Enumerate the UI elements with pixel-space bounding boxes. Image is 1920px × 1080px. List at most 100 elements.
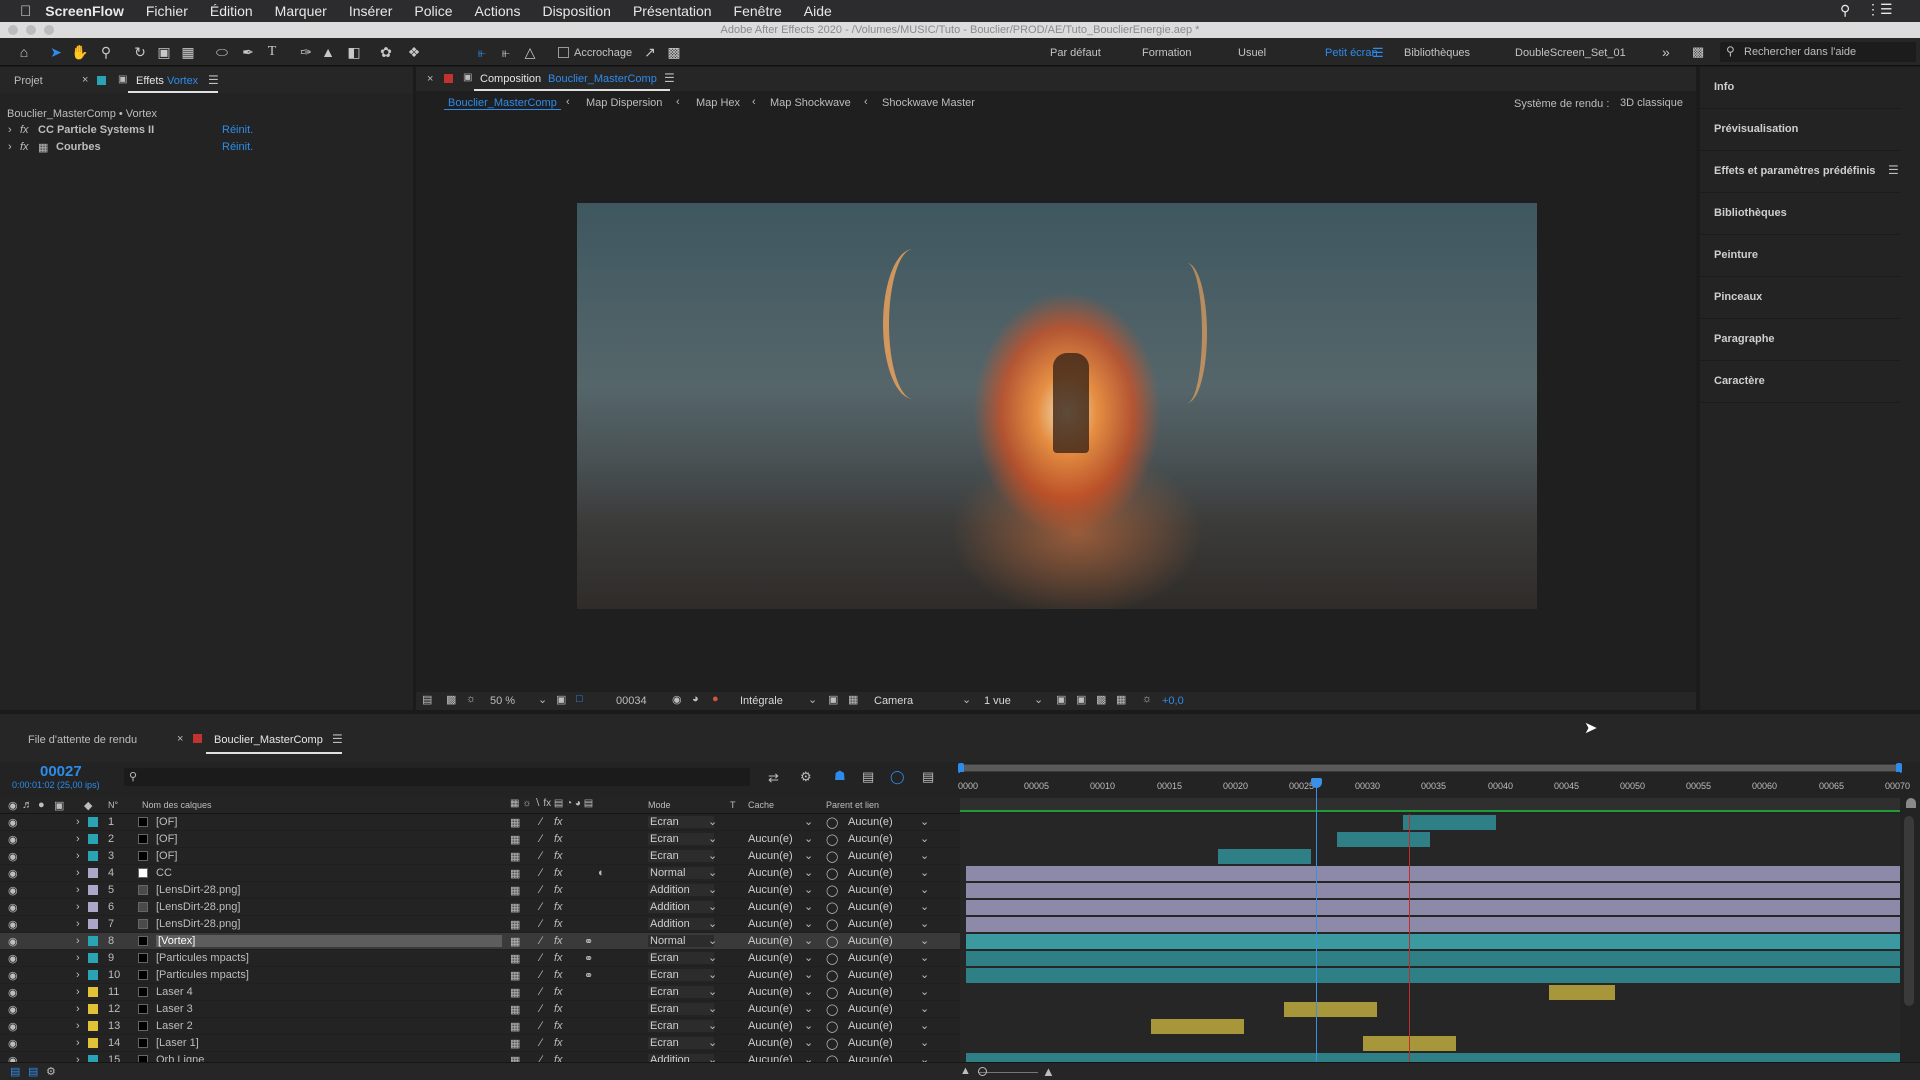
eye-icon[interactable]: ◉ [8,850,18,863]
parent-select[interactable]: Aucun(e) [848,850,893,862]
layer-name[interactable]: [LensDirt-28.png] [156,901,240,913]
chevron-down-icon[interactable]: ⌄ [920,849,929,862]
track-matte-select[interactable]: Aucun(e) [748,952,793,964]
pickwhip-icon[interactable]: ◯ [826,952,838,965]
quality-switch-icon[interactable]: ∕ [540,952,542,964]
expand-arrow-icon[interactable]: › [76,935,80,947]
chevron-down-icon[interactable]: ⌄ [920,1053,929,1062]
panel-menu-icon[interactable]: ☰ [332,732,343,746]
label-color-swatch[interactable] [88,1038,98,1048]
parent-select[interactable]: Aucun(e) [848,935,893,947]
chevron-down-icon[interactable]: ⌄ [920,968,929,981]
blend-mode-select[interactable]: Addition [648,901,714,913]
expand-arrow-icon[interactable]: › [76,952,80,964]
ellipse-tool-icon[interactable]: ⬭ [212,42,232,62]
workspace-petit-ecran[interactable]: Petit écran [1325,47,1378,59]
quality-switch-icon[interactable]: ∕ [540,833,542,845]
fx-switch-icon[interactable]: fx [554,1054,563,1062]
chevron-down-icon[interactable]: ⌄ [962,693,971,706]
eye-icon[interactable]: ◉ [8,1037,18,1050]
pickwhip-icon[interactable]: ◯ [826,986,838,999]
fx-switch-icon[interactable]: fx [554,850,563,862]
chevron-down-icon[interactable]: ⌄ [920,832,929,845]
blend-mode-select[interactable]: Normal [648,935,714,947]
timecode-field[interactable]: 00034 [616,695,647,707]
label-color-swatch[interactable] [88,919,98,929]
shy-switch-icon[interactable]: ▦ [510,1054,520,1062]
eye-icon[interactable]: ◉ [8,833,18,846]
guides-icon[interactable]: ▦ [848,693,858,706]
label-color-swatch[interactable] [88,885,98,895]
layer-duration-bar[interactable] [966,968,1900,983]
parent-select[interactable]: Aucun(e) [848,1054,893,1062]
snap-features-icon[interactable]: ▩ [664,42,684,62]
always-preview-icon[interactable]: ▤ [422,693,432,706]
blend-mode-select[interactable]: Ecran [648,969,714,981]
tab-effects-target[interactable]: Vortex [167,75,198,87]
chevron-down-icon[interactable]: ⌄ [920,934,929,947]
layer-duration-bar[interactable] [966,917,1900,932]
menu-actions[interactable]: Actions [475,3,521,19]
layer-row[interactable]: ◉ › 14 [Laser 1] ▦ ∕ fx Ecran ⌄ Aucun(e) ⌄ ◯ Aucun(e… [0,1035,960,1052]
layer-name[interactable]: [Laser 1] [156,1037,199,1049]
layer-row[interactable]: ◉ › 8 [Vortex] ▦ ∕ fx ⚭ Normal ⌄ Aucun(e) ⌄ ◯ Aucun(e… [0,933,960,950]
comp-viewer-image[interactable] [577,203,1537,609]
comp-tab-label[interactable]: Composition [480,73,541,85]
fx-icon[interactable]: fx [20,124,29,136]
panel-preview[interactable]: Prévisualisation [1700,109,1900,151]
motion-blur-switch-icon[interactable]: ⚭ [584,952,593,965]
layer-row[interactable]: ◉ › 4 CC ▦ ∕ fx ◐ Normal ⌄ Aucun(e) ⌄ ◯ Aucun(e) ⌄ [0,865,960,882]
expand-arrow-icon[interactable]: › [76,918,80,930]
blend-mode-select[interactable]: Ecran [648,850,714,862]
blend-mode-select[interactable]: Addition [648,1054,714,1062]
fx-switch-icon[interactable]: fx [554,1020,563,1032]
quality-switch-icon[interactable]: ∕ [540,816,542,828]
flow-shockwave-master[interactable]: Shockwave Master [882,97,975,109]
fx-icon[interactable]: fx [20,141,29,153]
more-workspaces-icon[interactable]: » [1662,44,1670,60]
blend-mode-select[interactable]: Normal [648,867,714,879]
layer-name[interactable]: CC [156,867,172,879]
track-matte-select[interactable]: Aucun(e) [748,833,793,845]
expand-arrow-icon[interactable]: › [76,1054,80,1062]
eye-icon[interactable]: ◉ [8,799,18,812]
panel-effects-presets[interactable]: Effets et paramètres prédéfinis [1700,151,1900,193]
panel-brushes[interactable]: Pinceaux [1700,277,1900,319]
workspace-default[interactable]: Par défaut [1050,47,1101,59]
layer-name[interactable]: [Particules mpacts] [156,969,249,981]
rotate-tool-icon[interactable]: ↻ [130,42,150,62]
chevron-down-icon[interactable]: ⌄ [708,883,717,896]
label-color-swatch[interactable] [88,868,98,878]
pickwhip-icon[interactable]: ◯ [826,884,838,897]
parent-select[interactable]: Aucun(e) [848,884,893,896]
chevron-down-icon[interactable]: ⌄ [804,917,813,930]
layer-row[interactable]: ◉ › 10 [Particules mpacts] ▦ ∕ fx ⚭ Ecran ⌄ Aucun(… [0,967,960,984]
fit-icon[interactable]: ▣ [556,693,566,706]
chevron-down-icon[interactable]: ⌄ [538,693,547,706]
fx-switch-icon[interactable]: fx [554,969,563,981]
chevron-down-icon[interactable]: ⌄ [804,883,813,896]
parent-select[interactable]: Aucun(e) [848,816,893,828]
pickwhip-icon[interactable]: ◯ [826,1020,838,1033]
parent-select[interactable]: Aucun(e) [848,952,893,964]
panel-info[interactable]: Info [1700,67,1900,109]
shy-switch-icon[interactable]: ▦ [510,1037,520,1050]
brush-tool-icon[interactable]: ✑ [296,42,316,62]
pan-behind-tool-icon[interactable]: ▦ [178,42,198,62]
shy-switch-icon[interactable]: ▦ [510,986,520,999]
blend-mode-select[interactable]: Addition [648,918,714,930]
quality-switch-icon[interactable]: ∕ [540,867,542,879]
shy-switch-icon[interactable]: ▦ [510,935,520,948]
label-color-swatch[interactable] [88,834,98,844]
track-matte-select[interactable]: Aucun(e) [748,884,793,896]
snapshot-icon[interactable]: ◉ [672,693,682,706]
chevron-down-icon[interactable]: ⌄ [708,917,717,930]
zoom-to-end-icon[interactable] [1906,798,1916,808]
track-matte-select[interactable]: Aucun(e) [748,918,793,930]
quality-switch-icon[interactable]: ∕ [540,918,542,930]
label-color-swatch[interactable] [88,936,98,946]
layer-row[interactable]: ◉ › 3 [OF] ▦ ∕ fx Ecran ⌄ Aucun(e) ⌄ ◯ Aucun(e) ⌄ [0,848,960,865]
chevron-down-icon[interactable]: ⌄ [804,968,813,981]
eye-icon[interactable]: ◉ [8,816,18,829]
layer-name[interactable]: [Vortex] [156,935,502,947]
